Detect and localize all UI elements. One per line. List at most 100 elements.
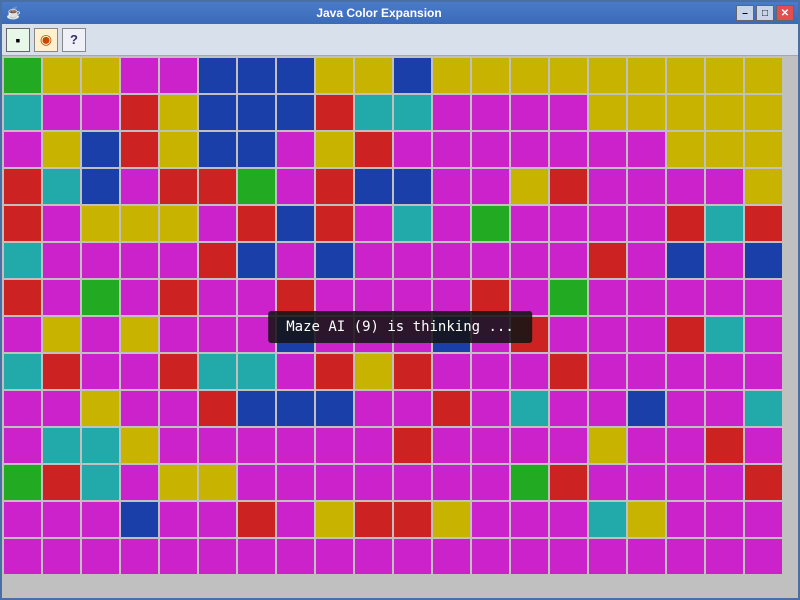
grid-cell[interactable] [277, 428, 314, 463]
grid-cell[interactable] [472, 391, 509, 426]
grid-cell[interactable] [4, 206, 41, 241]
grid-cell[interactable] [394, 465, 431, 500]
grid-cell[interactable] [121, 280, 158, 315]
grid-cell[interactable] [43, 317, 80, 352]
grid-cell[interactable] [550, 169, 587, 204]
grid-cell[interactable] [4, 502, 41, 537]
grid-cell[interactable] [238, 132, 275, 167]
grid-cell[interactable] [238, 539, 275, 574]
grid-cell[interactable] [121, 465, 158, 500]
grid-cell[interactable] [121, 391, 158, 426]
grid-cell[interactable] [199, 391, 236, 426]
grid-cell[interactable] [355, 539, 392, 574]
grid-cell[interactable] [706, 391, 743, 426]
maximize-button[interactable]: □ [756, 5, 774, 21]
grid-cell[interactable] [277, 280, 314, 315]
grid-cell[interactable] [550, 465, 587, 500]
grid-cell[interactable] [433, 206, 470, 241]
grid-cell[interactable] [199, 502, 236, 537]
grid-cell[interactable] [199, 58, 236, 93]
grid-cell[interactable] [121, 132, 158, 167]
grid-cell[interactable] [511, 132, 548, 167]
grid-cell[interactable] [745, 502, 782, 537]
grid-cell[interactable] [277, 465, 314, 500]
grid-cell[interactable] [43, 354, 80, 389]
grid-cell[interactable] [628, 243, 665, 278]
grid-cell[interactable] [43, 206, 80, 241]
grid-cell[interactable] [550, 354, 587, 389]
grid-cell[interactable] [277, 354, 314, 389]
grid-cell[interactable] [589, 243, 626, 278]
grid-cell[interactable] [43, 58, 80, 93]
grid-cell[interactable] [4, 317, 41, 352]
grid-cell[interactable] [745, 317, 782, 352]
grid-cell[interactable] [511, 169, 548, 204]
grid-cell[interactable] [121, 539, 158, 574]
grid-cell[interactable] [277, 95, 314, 130]
grid-cell[interactable] [667, 243, 704, 278]
grid-cell[interactable] [706, 58, 743, 93]
grid-cell[interactable] [628, 280, 665, 315]
grid-cell[interactable] [706, 465, 743, 500]
new-button[interactable]: ▪ [6, 28, 30, 52]
grid-cell[interactable] [4, 391, 41, 426]
grid-cell[interactable] [238, 95, 275, 130]
grid-cell[interactable] [472, 354, 509, 389]
grid-cell[interactable] [394, 95, 431, 130]
grid-cell[interactable] [745, 428, 782, 463]
grid-cell[interactable] [667, 206, 704, 241]
grid-cell[interactable] [667, 132, 704, 167]
grid-cell[interactable] [472, 502, 509, 537]
grid-cell[interactable] [745, 58, 782, 93]
grid-cell[interactable] [355, 95, 392, 130]
grid-cell[interactable] [4, 539, 41, 574]
grid-cell[interactable] [706, 206, 743, 241]
grid-cell[interactable] [160, 206, 197, 241]
grid-cell[interactable] [160, 95, 197, 130]
grid-cell[interactable] [589, 391, 626, 426]
grid-cell[interactable] [43, 502, 80, 537]
grid-cell[interactable] [706, 280, 743, 315]
grid-cell[interactable] [43, 132, 80, 167]
grid-cell[interactable] [238, 502, 275, 537]
grid-cell[interactable] [394, 428, 431, 463]
grid-cell[interactable] [550, 428, 587, 463]
grid-cell[interactable] [745, 539, 782, 574]
grid-cell[interactable] [433, 354, 470, 389]
grid-cell[interactable] [82, 280, 119, 315]
grid-cell[interactable] [589, 539, 626, 574]
grid-cell[interactable] [433, 428, 470, 463]
grid-cell[interactable] [745, 465, 782, 500]
grid-cell[interactable] [355, 58, 392, 93]
grid-cell[interactable] [82, 95, 119, 130]
grid-cell[interactable] [706, 539, 743, 574]
grid-cell[interactable] [355, 132, 392, 167]
grid-cell[interactable] [316, 280, 353, 315]
grid-cell[interactable] [316, 428, 353, 463]
grid-cell[interactable] [628, 169, 665, 204]
grid-cell[interactable] [589, 206, 626, 241]
grid-cell[interactable] [745, 206, 782, 241]
grid-cell[interactable] [745, 354, 782, 389]
grid-cell[interactable] [589, 95, 626, 130]
grid-cell[interactable] [472, 132, 509, 167]
grid-cell[interactable] [745, 132, 782, 167]
grid-cell[interactable] [511, 280, 548, 315]
grid-cell[interactable] [628, 539, 665, 574]
grid-cell[interactable] [628, 58, 665, 93]
grid-cell[interactable] [472, 539, 509, 574]
grid-cell[interactable] [238, 206, 275, 241]
grid-cell[interactable] [82, 465, 119, 500]
grid-cell[interactable] [43, 280, 80, 315]
grid-cell[interactable] [4, 465, 41, 500]
grid-cell[interactable] [628, 391, 665, 426]
grid-cell[interactable] [511, 206, 548, 241]
grid-cell[interactable] [82, 243, 119, 278]
grid-cell[interactable] [511, 465, 548, 500]
grid-cell[interactable] [550, 206, 587, 241]
grid-cell[interactable] [355, 280, 392, 315]
grid-cell[interactable] [121, 354, 158, 389]
grid-cell[interactable] [277, 132, 314, 167]
grid-cell[interactable] [472, 58, 509, 93]
grid-cell[interactable] [277, 539, 314, 574]
